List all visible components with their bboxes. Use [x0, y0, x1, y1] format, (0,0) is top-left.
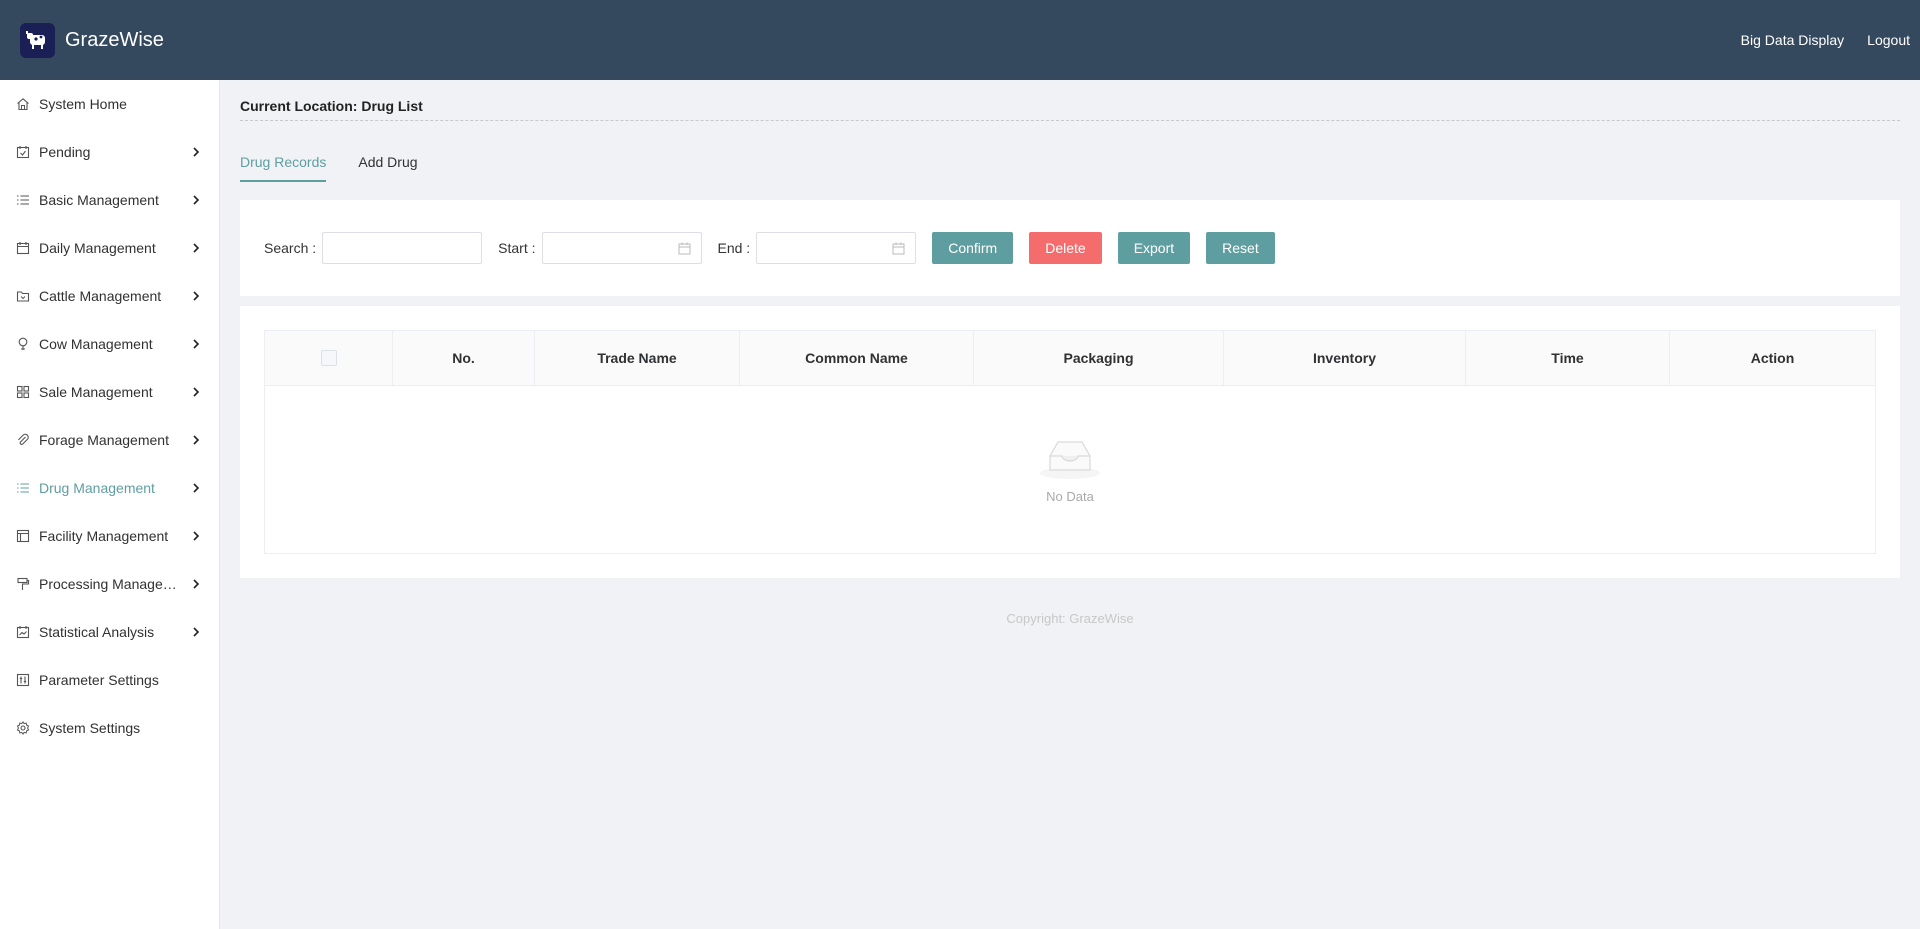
cow-logo-icon [20, 22, 55, 58]
sidebar-item-daily-management[interactable]: Daily Management [0, 224, 219, 272]
tab-add-drug[interactable]: Add Drug [358, 142, 417, 182]
list-icon [16, 193, 30, 207]
sidebar-item-facility-management[interactable]: Facility Management [0, 512, 219, 560]
gear-icon [16, 721, 30, 735]
chevron-right-icon [191, 579, 201, 589]
calendar-icon [16, 241, 30, 255]
column-header-packaging[interactable]: Packaging [974, 331, 1224, 385]
chevron-right-icon [191, 243, 201, 253]
column-header-inventory[interactable]: Inventory [1224, 331, 1466, 385]
chevron-right-icon [191, 195, 201, 205]
sidebar-item-system-home[interactable]: System Home [0, 80, 219, 128]
calendar-icon [678, 242, 691, 255]
breadcrumb: Current Location: Drug List [240, 80, 1900, 121]
list-icon [16, 481, 30, 495]
column-header-no[interactable]: No. [393, 331, 535, 385]
chevron-right-icon [191, 291, 201, 301]
search-input[interactable] [322, 232, 483, 264]
sidebar-item-sale-management[interactable]: Sale Management [0, 368, 219, 416]
export-button[interactable]: Export [1117, 232, 1191, 264]
select-all-checkbox[interactable] [320, 350, 337, 366]
delete-button[interactable]: Delete [1029, 232, 1102, 264]
sidebar-item-processing-management[interactable]: Processing Managem... [0, 560, 219, 608]
drug-table: No. Trade Name Common Name Packaging Inv… [264, 330, 1876, 554]
grid-icon [16, 385, 30, 399]
sidebar-item-cattle-management[interactable]: Cattle Management [0, 272, 219, 320]
column-header-time[interactable]: Time [1466, 331, 1670, 385]
home-icon [16, 97, 30, 111]
chevron-right-icon [191, 483, 201, 493]
brand[interactable]: GrazeWise [20, 22, 164, 58]
reset-button[interactable]: Reset [1206, 232, 1275, 264]
empty-inbox-icon [1038, 436, 1102, 483]
sidebar-item-statistical-analysis[interactable]: Statistical Analysis [0, 608, 219, 656]
sliders-icon [16, 673, 30, 687]
sidebar-item-label: Cattle Management [39, 288, 162, 304]
sidebar-item-pending[interactable]: Pending [0, 128, 219, 176]
chevron-right-icon [191, 387, 201, 397]
column-header-common-name[interactable]: Common Name [740, 331, 974, 385]
end-date-label: End : [717, 240, 751, 256]
end-date-input[interactable] [756, 232, 917, 264]
search-label: Search : [264, 240, 317, 256]
big-data-display-link[interactable]: Big Data Display [1741, 32, 1845, 48]
calendar-check-icon [16, 145, 30, 159]
sidebar-item-label: Daily Management [39, 240, 156, 256]
tab-drug-records[interactable]: Drug Records [240, 142, 327, 182]
chevron-right-icon [191, 435, 201, 445]
empty-text: No Data [1046, 488, 1094, 504]
bulb-icon [16, 337, 30, 351]
calendar-icon [892, 242, 905, 255]
sidebar-item-label: Cow Management [39, 336, 153, 352]
confirm-button[interactable]: Confirm [932, 232, 1014, 264]
select-all-cell [265, 331, 393, 385]
sidebar-item-label: Pending [39, 144, 91, 160]
sidebar-item-label: System Home [39, 96, 127, 112]
top-header: GrazeWise Big Data Display Logout [0, 0, 1920, 80]
layout-icon [16, 529, 30, 543]
sidebar-item-label: Facility Management [39, 528, 169, 544]
column-header-action: Action [1750, 350, 1795, 366]
chevron-right-icon [191, 627, 201, 637]
sidebar-item-label: Forage Management [39, 432, 169, 448]
sidebar-item-forage-management[interactable]: Forage Management [0, 416, 219, 464]
search-panel: Search : Start : End : Confirm Delete Ex… [240, 200, 1900, 296]
sidebar-item-cow-management[interactable]: Cow Management [0, 320, 219, 368]
sidebar-item-label: Drug Management [39, 480, 155, 496]
main-content: Current Location: Drug List Drug Records… [220, 80, 1920, 929]
sidebar-item-label: Processing Managem... [39, 576, 185, 592]
paperclip-icon [16, 433, 30, 447]
logout-link[interactable]: Logout [1867, 32, 1910, 48]
sidebar-item-drug-management[interactable]: Drug Management [0, 464, 219, 512]
start-date-input[interactable] [541, 232, 702, 264]
sidebar-item-label: Statistical Analysis [39, 624, 155, 640]
chevron-right-icon [191, 147, 201, 157]
chevron-right-icon [191, 531, 201, 541]
empty-state: No Data [265, 386, 1875, 553]
sidebar-item-label: Basic Management [39, 192, 159, 208]
sidebar: System Home Pending Basic Management Dai… [0, 80, 220, 929]
sidebar-item-system-settings[interactable]: System Settings [0, 704, 219, 752]
column-header-trade-name[interactable]: Trade Name [535, 331, 740, 385]
tab-bar: Drug Records Add Drug [240, 142, 1900, 182]
sidebar-item-basic-management[interactable]: Basic Management [0, 176, 219, 224]
copyright-text: Copyright: GrazeWise [1006, 611, 1134, 626]
start-date-label: Start : [498, 240, 536, 256]
calendar-chart-icon [16, 625, 30, 639]
sidebar-item-label: Sale Management [39, 384, 153, 400]
brush-icon [16, 577, 30, 591]
table-panel: No. Trade Name Common Name Packaging Inv… [240, 306, 1900, 578]
brand-name: GrazeWise [65, 28, 164, 51]
sidebar-item-parameter-settings[interactable]: Parameter Settings [0, 656, 219, 704]
folder-icon [16, 289, 30, 303]
table-header: No. Trade Name Common Name Packaging Inv… [265, 331, 1875, 386]
sidebar-item-label: System Settings [39, 720, 141, 736]
chevron-right-icon [191, 339, 201, 349]
sidebar-item-label: Parameter Settings [39, 672, 159, 688]
